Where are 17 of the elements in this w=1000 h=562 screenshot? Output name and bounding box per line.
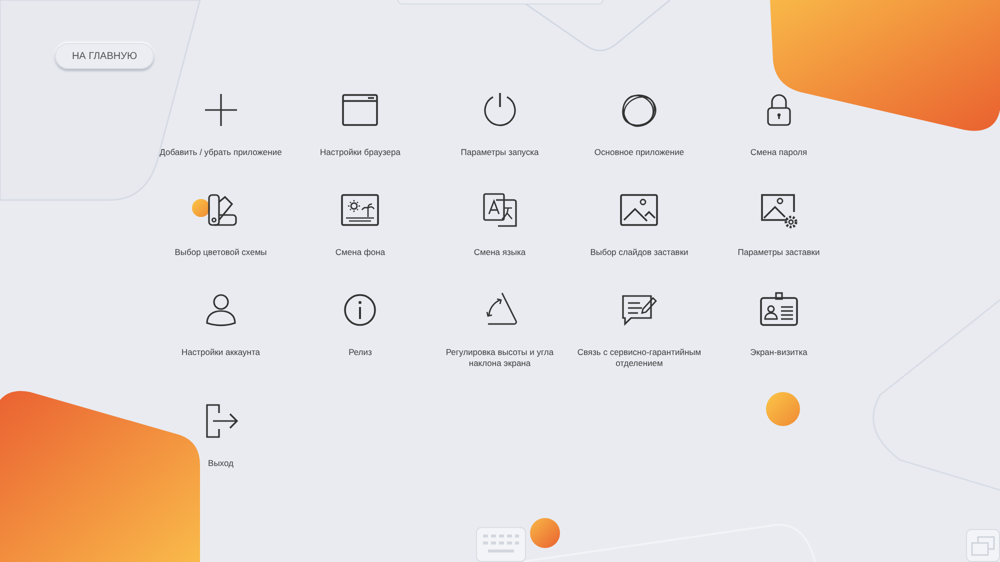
menu-item-label[interactable]: Выбор цветовой схемы [174, 247, 267, 258]
menu-item-label[interactable]: Смена языка [474, 247, 526, 258]
menu-item-label[interactable]: Регулировка высоты и угла наклона экрана [438, 347, 562, 369]
home-button[interactable]: НА ГЛАВНУЮ [55, 43, 154, 69]
menu-item-label[interactable]: Настройки браузера [320, 147, 400, 158]
menu-item-label[interactable]: Параметры запуска [460, 147, 539, 158]
menu-item-label[interactable]: Смена пароля [750, 147, 808, 158]
menu-item-label[interactable]: Параметры заставки [738, 247, 820, 258]
menu-item-label[interactable]: Добавить / убрать приложение [160, 147, 282, 158]
menu-item-label[interactable]: Настройки аккаунта [182, 347, 260, 358]
menu-item-label[interactable]: Основное приложение [594, 147, 684, 158]
menu-item-label[interactable]: Экран-визитка [750, 347, 808, 358]
menu-item-label[interactable]: Выход [208, 458, 234, 469]
menu-item-label[interactable]: Смена фона [335, 247, 386, 258]
menu-item-label[interactable]: Выбор слайдов заставки [590, 247, 688, 258]
menu-item-label[interactable]: Релиз [348, 347, 372, 358]
menu-item-label[interactable]: Связь с сервисно-гарантийным отделением [577, 347, 702, 369]
